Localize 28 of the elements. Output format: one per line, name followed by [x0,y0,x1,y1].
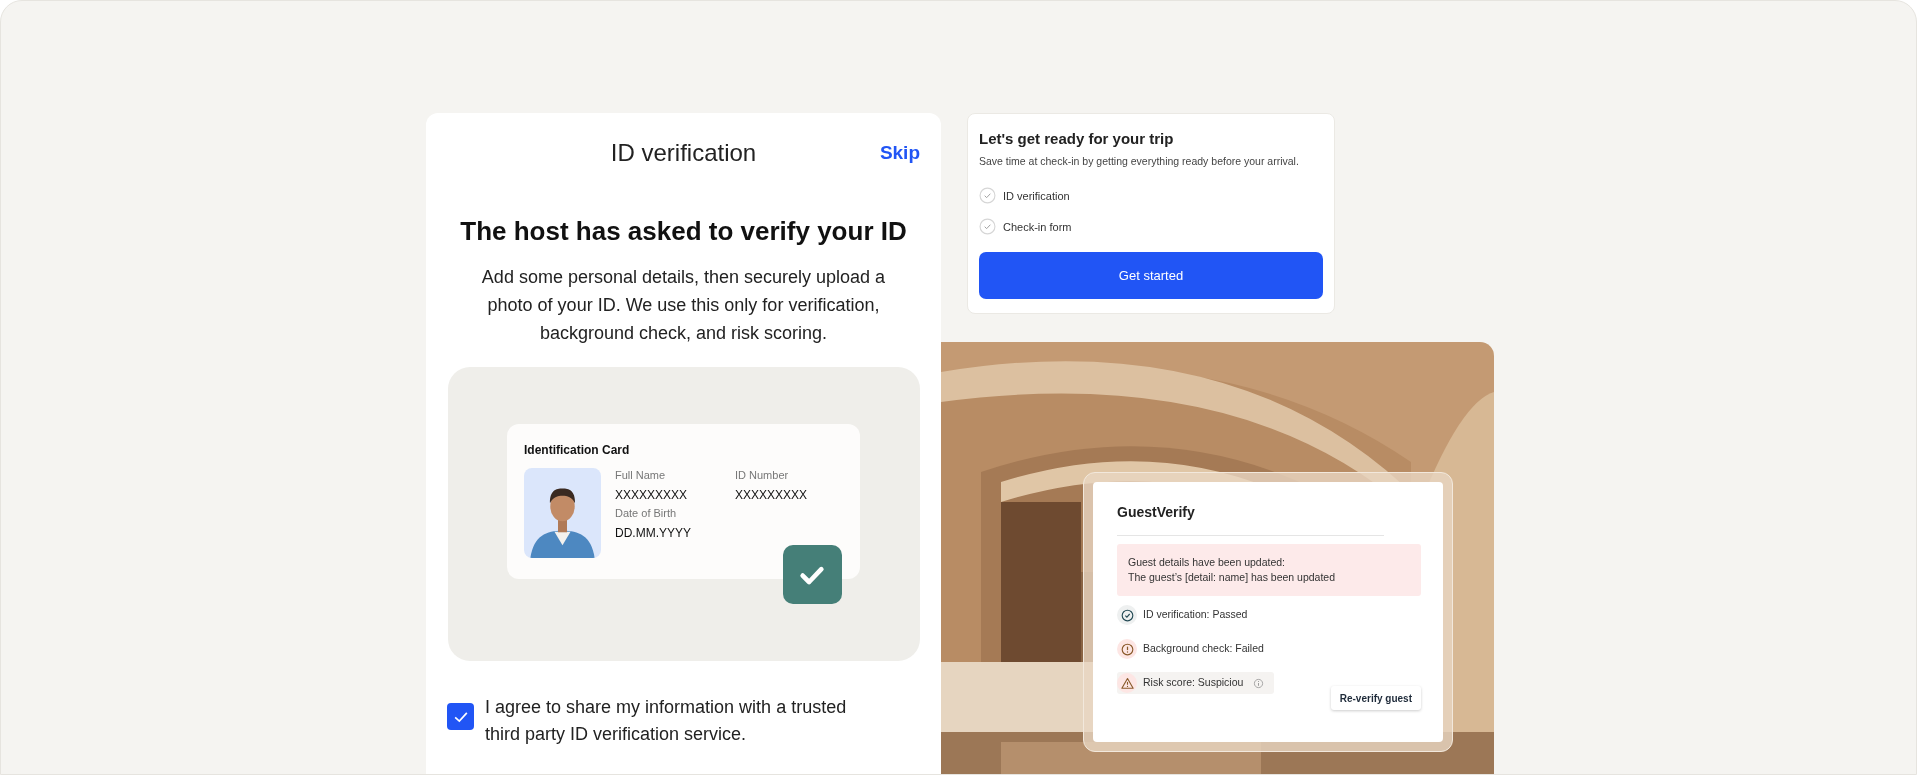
alert-text: The guest’s [detail: name] has been updated [1128,570,1337,586]
heading: The host has asked to verify your ID [460,215,907,248]
re-verify-button[interactable]: Re-verify guest [1330,686,1421,711]
field-label: ID Number [735,468,790,482]
status-icon [1117,605,1137,626]
checklist-item: Check-in form [1003,219,1072,235]
card-subtitle: Save time at check-in by getting everything ready before your arrival. [979,153,1300,169]
card-title: Let's get ready for your trip [979,129,1175,149]
id-card-title: Identification Card [524,442,631,459]
status-label: ID verification: Passed [1143,607,1248,623]
field-label: Date of Birth [615,506,678,520]
description: Add some personal details, then securely upload a photo of your ID. We use this only for verification, background check, and risk scoring. [480,266,887,345]
get-started-button[interactable]: Get started [979,252,1323,300]
field-label: Full Name [615,468,667,482]
checklist-item: ID verification [1003,188,1070,204]
consent-text: I agree to share my information with a trusted third party ID verification service. [485,696,848,746]
panel-title: ID verification [610,138,757,168]
field-value: DD.MM.YYYY [615,525,692,542]
status-label: Background check: Failed [1143,641,1264,657]
field-value: XXXXXXXXX [735,487,809,504]
status-label: Risk score: Suspiciou [1143,675,1244,691]
checkbox[interactable] [447,703,474,730]
field-value: XXXXXXXXX [615,487,689,504]
status-icon [1117,673,1137,694]
skip-link[interactable]: Skip [879,138,920,168]
alert-text: Guest details have been updated: [1128,555,1287,571]
status-icon [1117,639,1137,660]
app-title: GuestVerify [1117,503,1196,523]
